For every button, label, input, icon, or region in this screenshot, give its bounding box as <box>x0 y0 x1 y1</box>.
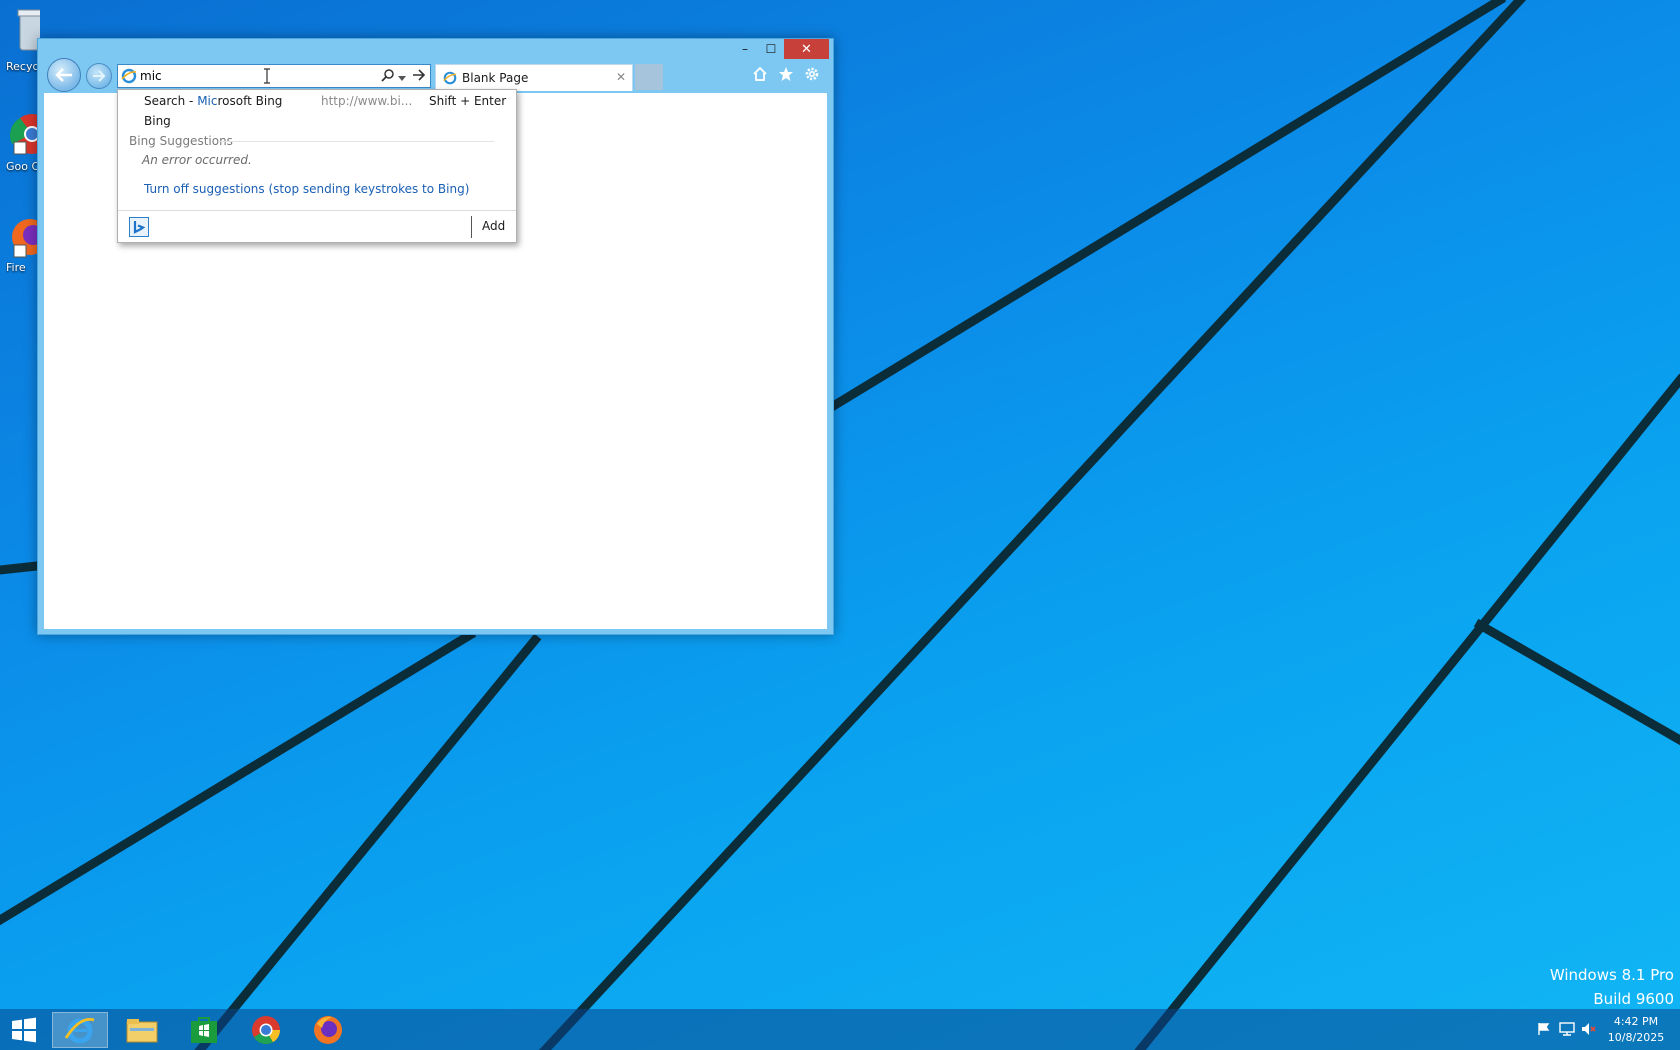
provider-label: Bing <box>144 114 171 128</box>
section-divider <box>218 141 494 142</box>
dropdown-footer: Add <box>118 210 516 242</box>
text-cursor-icon <box>264 68 270 84</box>
desktop-icon-recycle-bin[interactable]: Recyc <box>0 6 53 73</box>
error-message: An error occurred. <box>142 153 252 167</box>
file-explorer-icon <box>126 1019 158 1043</box>
search-icon[interactable] <box>381 68 395 85</box>
build-number: Build 9600 <box>1593 990 1674 1008</box>
chrome-icon <box>252 1016 280 1044</box>
windows-logo-icon <box>12 1017 36 1043</box>
clock-time[interactable]: 4:42 PM <box>1606 1015 1666 1028</box>
add-button[interactable]: Add <box>482 219 505 233</box>
go-arrow-icon[interactable] <box>412 69 426 84</box>
action-center-flag-icon[interactable] <box>1537 1022 1551 1039</box>
favorites-star-icon[interactable] <box>777 65 795 83</box>
turn-off-suggestions-link[interactable]: Turn off suggestions (stop sending keyst… <box>144 182 469 196</box>
search-prefix: Search - <box>144 94 198 108</box>
search-shortcut: Shift + Enter <box>429 94 507 108</box>
search-rest: rosoft Bing <box>217 94 283 108</box>
desktop-icon-chrome[interactable]: Goo Chro <box>0 110 52 173</box>
back-arrow-icon <box>55 68 72 82</box>
tab-blank-page[interactable]: Blank Page ✕ <box>435 64 633 91</box>
dropdown-arrow-icon[interactable] <box>398 71 406 85</box>
window-controls: – ☐ ✕ <box>732 39 829 59</box>
taskbar-store[interactable] <box>176 1012 232 1048</box>
bing-provider-icon[interactable] <box>129 217 149 237</box>
back-button[interactable] <box>47 58 81 92</box>
network-icon[interactable] <box>1559 1021 1575 1040</box>
taskbar-file-explorer[interactable] <box>114 1012 170 1048</box>
firefox-icon <box>314 1016 342 1044</box>
address-suggestions-dropdown: Search - Microsoft Bing http://www.bi...… <box>117 89 517 243</box>
tab-title: Blank Page <box>462 71 529 85</box>
taskbar-firefox[interactable] <box>300 1012 356 1048</box>
tab-close-icon[interactable]: ✕ <box>616 70 626 84</box>
start-button[interactable] <box>0 1012 48 1048</box>
taskbar-chrome[interactable] <box>238 1012 294 1048</box>
ie-page-icon <box>443 71 457 85</box>
windows-edition: Windows 8.1 Pro <box>1549 966 1674 984</box>
volume-muted-icon[interactable] <box>1581 1021 1597 1040</box>
search-highlight: Mic <box>197 94 218 108</box>
forward-arrow-icon <box>93 70 106 82</box>
maximize-button[interactable]: ☐ <box>758 39 784 59</box>
forward-button[interactable] <box>86 63 112 89</box>
desktop-icon-firefox[interactable]: Fire <box>0 215 48 274</box>
address-bar[interactable] <box>117 64 431 88</box>
ie-page-icon <box>121 68 137 84</box>
taskbar-internet-explorer[interactable] <box>52 1012 108 1048</box>
search-url: http://www.bi... <box>321 94 413 108</box>
search-suggestion-row[interactable]: Search - Microsoft Bing <box>144 94 282 108</box>
footer-divider <box>471 216 472 238</box>
recycle-bin-icon <box>17 9 53 51</box>
firefox-icon <box>12 219 48 258</box>
toolbar-icons <box>751 65 821 83</box>
address-input[interactable] <box>140 67 360 85</box>
home-icon[interactable] <box>751 65 769 83</box>
gear-icon[interactable] <box>803 65 821 83</box>
close-button[interactable]: ✕ <box>784 39 829 59</box>
minimize-button[interactable]: – <box>732 39 758 59</box>
internet-explorer-icon <box>64 1018 95 1044</box>
taskbar: 4:42 PM 10/8/2025 <box>0 1009 1680 1050</box>
chrome-icon <box>10 114 52 155</box>
new-tab-button[interactable] <box>635 64 663 90</box>
store-icon <box>191 1017 217 1043</box>
clock-date[interactable]: 10/8/2025 <box>1606 1031 1666 1044</box>
